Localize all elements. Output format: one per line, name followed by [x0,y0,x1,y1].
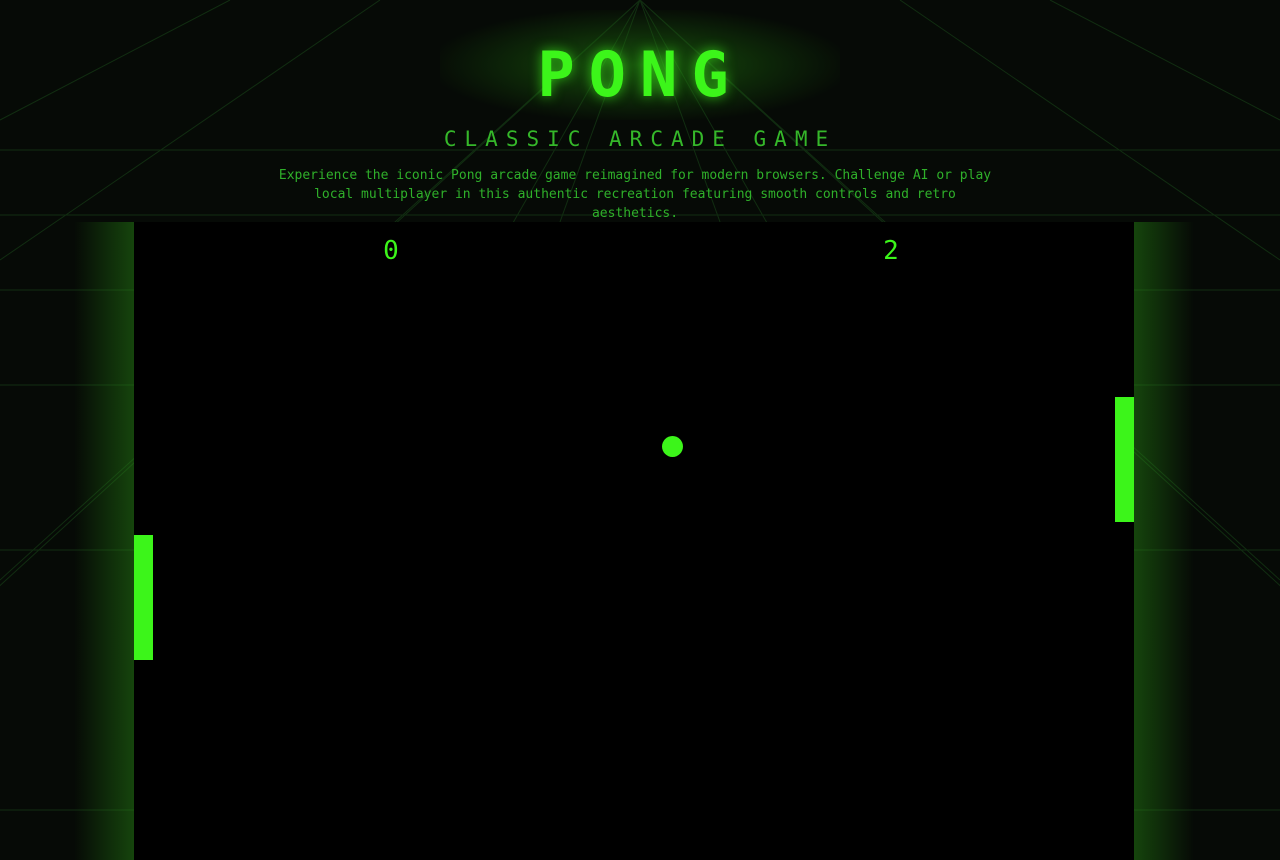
page-subtitle: CLASSIC ARCADE GAME [443,127,837,151]
left-player-score: 0 [383,236,399,266]
right-player-score: 2 [883,236,899,266]
board-glow-left [74,222,134,860]
ball [662,436,683,457]
left-paddle [134,535,153,660]
page-description: Experience the iconic Pong arcade game r… [278,168,992,221]
right-paddle [1115,397,1134,522]
game-canvas[interactable]: 0 2 [134,222,1134,860]
board-glow-right [1134,222,1194,860]
page-title: PONG [537,38,743,111]
